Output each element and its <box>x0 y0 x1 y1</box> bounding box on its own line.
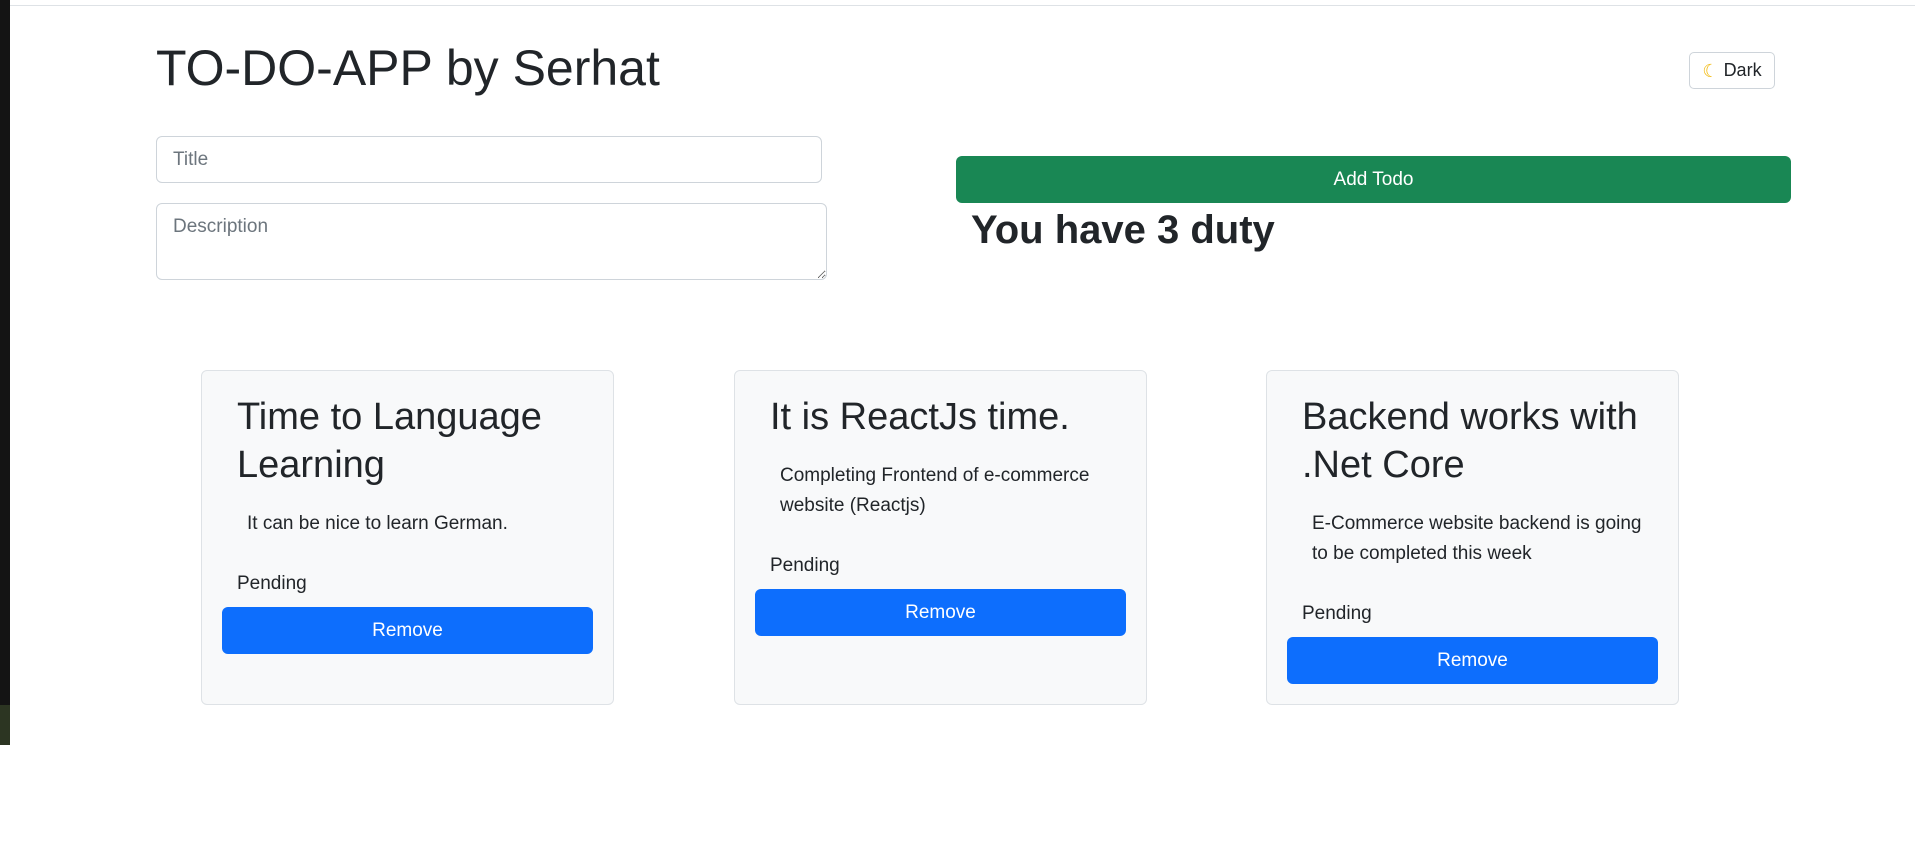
remove-button[interactable]: Remove <box>755 589 1126 636</box>
todo-card: It is ReactJs time. Completing Frontend … <box>734 370 1147 705</box>
remove-button[interactable]: Remove <box>1287 637 1658 684</box>
left-window-edge-bottom <box>0 705 10 745</box>
moon-icon: ☾ <box>1702 60 1719 81</box>
todo-status: Pending <box>770 555 840 576</box>
remove-button[interactable]: Remove <box>222 607 593 654</box>
todo-status: Pending <box>237 573 307 594</box>
theme-toggle-button[interactable]: ☾ Dark <box>1689 52 1775 89</box>
title-input[interactable] <box>156 136 822 183</box>
todo-title: It is ReactJs time. <box>770 396 1070 438</box>
todo-description: Completing Frontend of e-commerce websit… <box>780 465 1090 516</box>
top-divider <box>10 5 1915 6</box>
page-title: TO-DO-APP by Serhat <box>156 40 660 96</box>
theme-toggle-label: Dark <box>1723 60 1762 80</box>
todo-card: Backend works with .Net Core E-Commerce … <box>1266 370 1679 705</box>
todo-status: Pending <box>1302 603 1372 624</box>
todo-description: It can be nice to learn German. <box>247 513 508 534</box>
todo-title: Backend works with .Net Core <box>1302 396 1638 486</box>
duty-count: You have 3 duty <box>971 208 1275 252</box>
todo-card: Time to Language Learning It can be nice… <box>201 370 614 705</box>
left-window-edge <box>0 0 10 745</box>
add-todo-button[interactable]: Add Todo <box>956 156 1791 203</box>
todo-title: Time to Language Learning <box>237 396 542 486</box>
description-input[interactable] <box>156 203 827 280</box>
todo-description: E-Commerce website backend is going to b… <box>1312 513 1642 564</box>
